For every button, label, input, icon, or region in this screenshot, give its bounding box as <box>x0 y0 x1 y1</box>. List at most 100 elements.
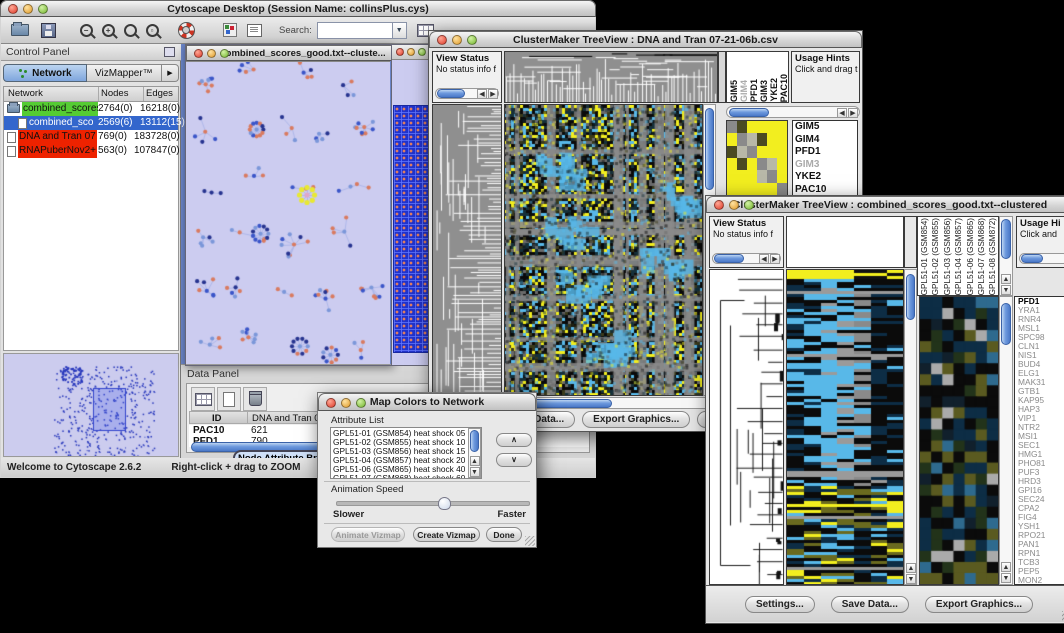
tv2-action-button[interactable]: Settings... <box>745 596 815 613</box>
zoom-fit-icon[interactable] <box>119 19 141 41</box>
table-icon[interactable] <box>191 387 215 411</box>
scroll-down-icon[interactable]: ▼ <box>1001 573 1011 583</box>
zoom-window-icon[interactable] <box>220 49 229 58</box>
col-edges[interactable]: Edges <box>144 87 173 101</box>
minimize-icon[interactable] <box>407 48 415 56</box>
birdseye-view[interactable] <box>3 353 179 457</box>
tv1-action-button[interactable]: Export Graphics... <box>582 411 690 428</box>
scroll-left-icon[interactable]: ◀ <box>759 254 769 264</box>
scroll-up-icon[interactable]: ▲ <box>1001 562 1011 572</box>
tv2-zoom-scrollbar[interactable]: ▲ ▼ <box>999 296 1013 585</box>
col-network[interactable]: Network <box>4 87 99 101</box>
tv1-status-hscrollbar[interactable]: ◀ ▶ <box>435 88 499 99</box>
search-input[interactable] <box>317 22 393 39</box>
tv2-action-button[interactable]: Export Graphics... <box>925 596 1033 613</box>
array-label[interactable]: GPL51-07 (GSM868) <box>976 218 987 295</box>
attribute-list-item[interactable]: GPL51-07 (GSM868) heat shock 60 min <box>333 474 481 479</box>
close-icon[interactable] <box>8 4 18 14</box>
network-row-selected[interactable]: combined_sco 2569(6) 13112(15) <box>4 116 178 130</box>
tv1-matrix-hscrollbar[interactable]: ◀ ▶ <box>726 106 860 118</box>
zoom-window-icon[interactable] <box>356 398 366 408</box>
network-frame-titlebar[interactable]: combined_scores_good.txt--cluste... <box>186 45 392 61</box>
array-label[interactable]: PAC10 <box>779 74 789 102</box>
tv1-row-dendrogram[interactable] <box>432 104 502 396</box>
array-label[interactable]: GPL51-04 (GSM857) <box>953 218 964 295</box>
gene-label[interactable]: GIM5 <box>795 121 857 134</box>
attribute-list[interactable]: GPL51-01 (GSM854) heat shock 05 minGPL51… <box>330 427 482 479</box>
minimize-icon[interactable] <box>729 200 739 210</box>
tv2-gene-list[interactable]: PFD1YRA1RNR4MSL1SPC98CLN1NIS1BUD4ELG1MAK… <box>1014 296 1064 585</box>
gene-label[interactable]: MON2 <box>1018 576 1064 585</box>
gene-label[interactable]: GIM3 <box>795 159 857 172</box>
save-icon[interactable] <box>37 19 59 41</box>
scroll-down-icon[interactable]: ▼ <box>1001 285 1011 295</box>
gene-label[interactable]: GIM4 <box>795 134 857 147</box>
scroll-up-icon[interactable]: ▲ <box>906 563 916 573</box>
main-titlebar[interactable]: Cytoscape Desktop (Session Name: collins… <box>0 0 596 17</box>
array-label[interactable]: YKE2 <box>769 78 779 102</box>
help-ring-icon[interactable] <box>175 19 197 41</box>
animation-speed-slider[interactable] <box>336 497 528 507</box>
move-down-button[interactable]: ∨ <box>496 453 532 467</box>
animate-vizmap-button[interactable]: Animate Vizmap <box>331 527 405 542</box>
zoom-window-icon[interactable] <box>418 48 426 56</box>
close-icon[interactable] <box>396 48 404 56</box>
annotation-icon[interactable] <box>243 19 265 41</box>
network-view-canvas[interactable] <box>186 62 390 364</box>
new-attribute-icon[interactable] <box>217 387 241 411</box>
dialog-titlebar[interactable]: Map Colors to Network <box>318 393 536 411</box>
tab-network[interactable]: Network <box>3 64 87 82</box>
gene-label[interactable]: YKE2 <box>795 171 857 184</box>
scroll-right-icon[interactable]: ▶ <box>770 254 780 264</box>
array-label[interactable]: GPL51-06 (GSM865) <box>965 218 976 295</box>
scroll-right-icon[interactable]: ▶ <box>488 89 498 99</box>
tv1-column-dendrogram[interactable] <box>504 51 718 103</box>
tv2-column-dendrogram[interactable] <box>786 216 904 268</box>
tv2-array-labels[interactable]: GPL51-01 (GSM854)GPL51-02 (GSM855)GPL51-… <box>917 216 999 296</box>
minimize-icon[interactable] <box>452 35 462 45</box>
grid-frame-titlebar[interactable] <box>392 45 431 60</box>
array-label[interactable]: GPL51-03 (GSM856) <box>942 218 953 295</box>
tv2-vscrollbar[interactable]: ▲ ▼ <box>904 269 917 585</box>
tv2-usage-scrollbar[interactable] <box>1019 253 1064 264</box>
scroll-left-icon[interactable]: ◀ <box>477 89 487 99</box>
array-label[interactable]: GPL51-01 (GSM854) <box>919 218 930 295</box>
tv1-zoom-matrix[interactable] <box>726 120 788 196</box>
close-icon[interactable] <box>714 200 724 210</box>
create-vizmap-button[interactable]: Create Vizmap <box>413 527 480 542</box>
plugins-icon[interactable] <box>219 19 241 41</box>
zoom-selected-icon[interactable]: ▫ <box>141 19 163 41</box>
tv1-array-labels[interactable]: GIM5GIM4PFD1GIM3YKE2PAC10 <box>726 51 789 103</box>
birdseye-canvas[interactable] <box>4 354 178 456</box>
zoom-window-icon[interactable] <box>38 4 48 14</box>
close-icon[interactable] <box>194 49 203 58</box>
tab-vizmapper[interactable]: VizMapper™ <box>87 64 162 82</box>
delete-attribute-icon[interactable] <box>243 387 267 411</box>
zoom-in-icon[interactable]: + <box>97 19 119 41</box>
minimize-icon[interactable] <box>23 4 33 14</box>
tv2-status-hscrollbar[interactable]: ◀ ▶ <box>712 253 781 264</box>
slider-thumb[interactable] <box>438 497 451 510</box>
move-up-button[interactable]: ∧ <box>496 433 532 447</box>
treeview1-titlebar[interactable]: ClusterMaker TreeView : DNA and Tran 07-… <box>429 31 862 48</box>
zoom-window-icon[interactable] <box>467 35 477 45</box>
network-row-rnapubernov[interactable]: RNAPuberNov2+ 563(0) 107847(0) <box>4 144 178 158</box>
float-panel-icon[interactable] <box>164 47 175 57</box>
data-col-id[interactable]: ID <box>212 412 222 425</box>
minimize-icon[interactable] <box>341 398 351 408</box>
scroll-right-icon[interactable]: ▶ <box>848 108 858 118</box>
tv2-row-dendrogram[interactable] <box>709 269 784 585</box>
col-nodes[interactable]: Nodes <box>99 87 144 101</box>
close-icon[interactable] <box>326 398 336 408</box>
done-button[interactable]: Done <box>486 527 522 542</box>
array-label[interactable]: GIM5 <box>729 80 739 102</box>
tv2-zoom-heatmap[interactable] <box>919 296 999 585</box>
zoom-out-icon[interactable]: − <box>75 19 97 41</box>
network-canvas-wrap[interactable] <box>186 61 390 364</box>
scroll-up-icon[interactable]: ▲ <box>1001 274 1011 284</box>
close-icon[interactable] <box>437 35 447 45</box>
array-label[interactable]: GIM4 <box>739 80 749 102</box>
network-row-dna-tran[interactable]: DNA and Tran 07 769(0) 183728(0) <box>4 130 178 144</box>
gene-label[interactable]: PFD1 <box>795 146 857 159</box>
search-dropdown-icon[interactable]: ▼ <box>393 22 407 39</box>
